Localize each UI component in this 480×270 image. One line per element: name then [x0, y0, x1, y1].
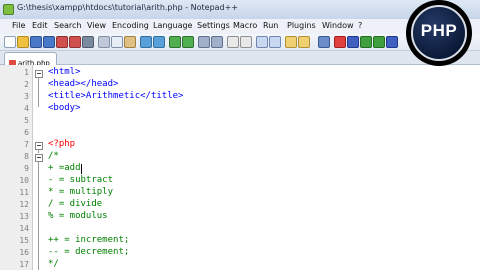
stop-macro-icon[interactable]	[347, 36, 359, 48]
notepad-plus-plus-icon	[3, 4, 14, 15]
tab-bar: arith.php	[0, 51, 480, 68]
copy-icon[interactable]	[111, 36, 123, 48]
line-number: 10	[19, 176, 29, 185]
menu-settings[interactable]: Settings	[197, 21, 230, 30]
line-number: 14	[19, 224, 29, 233]
code-line: /*	[48, 151, 59, 161]
line-number: 6	[24, 128, 29, 137]
sync-scroll-h-icon[interactable]	[240, 36, 252, 48]
line-number: 3	[24, 92, 29, 101]
line-number: 4	[24, 104, 29, 113]
code-line: - = subtract	[48, 175, 114, 185]
line-number: 7	[24, 140, 29, 149]
word-wrap-icon[interactable]	[256, 36, 268, 48]
menu-view[interactable]: View	[87, 21, 106, 30]
print-icon[interactable]	[82, 36, 94, 48]
menu-encoding[interactable]: Encoding	[112, 21, 149, 30]
code-line: -- = decrement;	[48, 247, 130, 257]
line-number: 8	[24, 152, 29, 161]
line-number: 5	[24, 116, 29, 125]
code-line: ++ = increment;	[48, 235, 130, 245]
save-macro-icon[interactable]	[386, 36, 398, 48]
paste-icon[interactable]	[124, 36, 136, 48]
code-line: <title>Arithmetic</title>	[48, 91, 184, 101]
close-all-icon[interactable]	[69, 36, 81, 48]
line-number: 13	[19, 212, 29, 221]
fold-guide-line	[38, 161, 39, 270]
fold-guide-line	[38, 149, 39, 153]
menu-language[interactable]: Language	[153, 21, 192, 30]
redo-icon[interactable]	[153, 36, 165, 48]
find-icon[interactable]	[169, 36, 181, 48]
save-icon[interactable]	[30, 36, 42, 48]
fold-guide-line	[38, 77, 39, 107]
menu-file[interactable]: File	[12, 21, 25, 30]
save-all-icon[interactable]	[43, 36, 55, 48]
line-number: 12	[19, 200, 29, 209]
undo-icon[interactable]	[140, 36, 152, 48]
code-line: <head></head>	[48, 79, 119, 89]
fold-toggle-icon[interactable]	[35, 70, 43, 78]
code-line: % = modulus	[48, 211, 108, 221]
close-icon[interactable]	[56, 36, 68, 48]
menu-plugins[interactable]: Plugins	[287, 21, 316, 30]
record-macro-icon[interactable]	[334, 36, 346, 48]
editor[interactable]: 1 2 3 4 5 6 7 8 9 10 11 12 13 14 15 16 1…	[0, 65, 480, 270]
show-all-chars-icon[interactable]	[269, 36, 281, 48]
doc-map-icon[interactable]	[318, 36, 330, 48]
menu-run[interactable]: Run	[263, 21, 278, 30]
line-number: 2	[24, 80, 29, 89]
line-number: 9	[24, 164, 29, 173]
zoom-in-icon[interactable]	[198, 36, 210, 48]
title-bar: G:\thesis\xampp\htdocs\tutorial\arith.ph…	[0, 0, 480, 20]
code-line: */	[48, 259, 59, 269]
cut-icon[interactable]	[98, 36, 110, 48]
line-number: 11	[19, 188, 29, 197]
text-cursor	[81, 164, 82, 174]
code-line: / = divide	[48, 199, 103, 209]
menu-search[interactable]: Search	[54, 21, 81, 30]
replace-icon[interactable]	[182, 36, 194, 48]
fold-toggle-icon[interactable]	[35, 142, 43, 150]
open-file-icon[interactable]	[17, 36, 29, 48]
code-line: <html>	[48, 67, 81, 77]
zoom-out-icon[interactable]	[211, 36, 223, 48]
play-macro-icon[interactable]	[360, 36, 372, 48]
php-logo-text: PHP	[420, 21, 458, 40]
fold-toggle-icon[interactable]	[35, 154, 43, 162]
window-title: G:\thesis\xampp\htdocs\tutorial\arith.ph…	[17, 3, 239, 12]
sync-scroll-v-icon[interactable]	[227, 36, 239, 48]
code-line: <?php	[48, 139, 76, 149]
code-line: + =add	[48, 163, 81, 173]
menu-edit[interactable]: Edit	[32, 21, 48, 30]
code-line: * = multiply	[48, 187, 114, 197]
code-line: <body>	[48, 103, 81, 113]
menu-macro[interactable]: Macro	[233, 21, 257, 30]
line-number-gutter: 1 2 3 4 5 6 7 8 9 10 11 12 13 14 15 16 1…	[0, 65, 33, 270]
line-number: 17	[19, 260, 29, 269]
new-file-icon[interactable]	[4, 36, 16, 48]
run-macro-multiple-icon[interactable]	[373, 36, 385, 48]
indent-guide-icon[interactable]	[285, 36, 297, 48]
php-logo: PHP	[406, 0, 472, 66]
line-number: 16	[19, 248, 29, 257]
menu-window[interactable]: Window	[322, 21, 354, 30]
menu-help[interactable]: ?	[358, 21, 362, 30]
line-number: 15	[19, 236, 29, 245]
line-number: 1	[24, 68, 29, 77]
tab-arith-php[interactable]: arith.php	[4, 52, 57, 68]
user-language-icon[interactable]	[298, 36, 310, 48]
